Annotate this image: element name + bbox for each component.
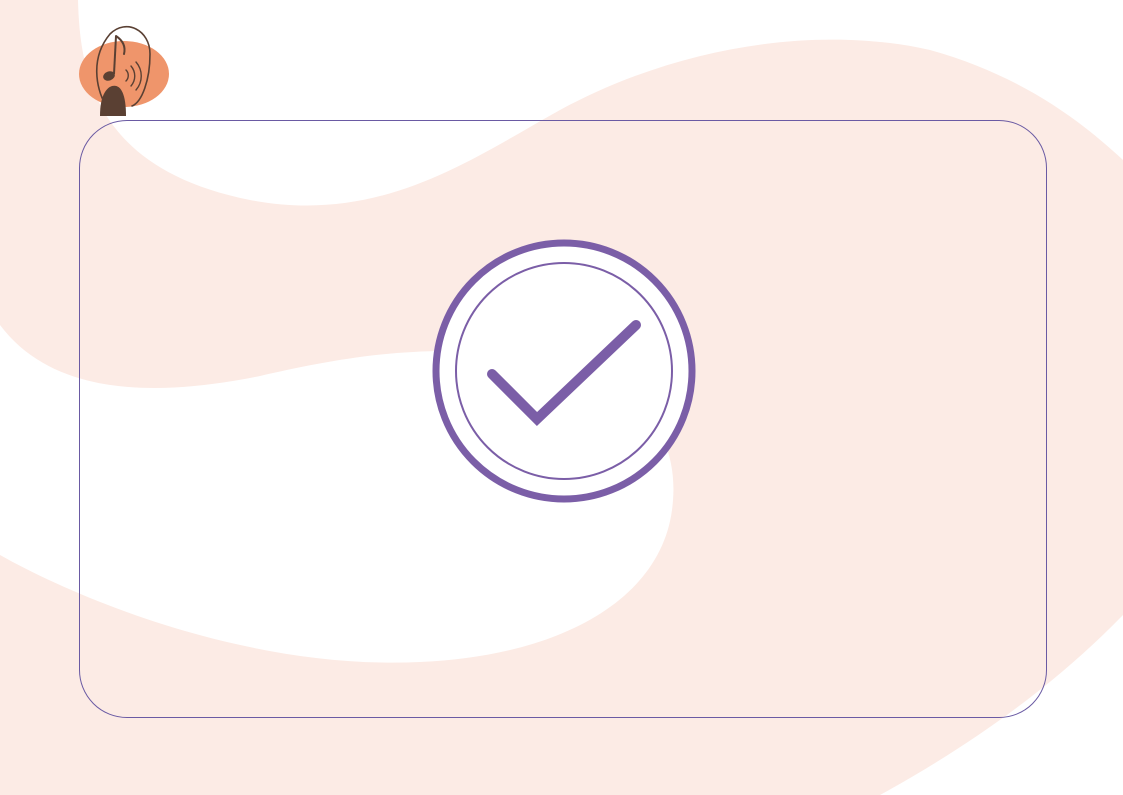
page-root xyxy=(0,0,1123,795)
music-note-head-icon xyxy=(79,25,169,116)
check-circle-icon xyxy=(432,239,696,503)
